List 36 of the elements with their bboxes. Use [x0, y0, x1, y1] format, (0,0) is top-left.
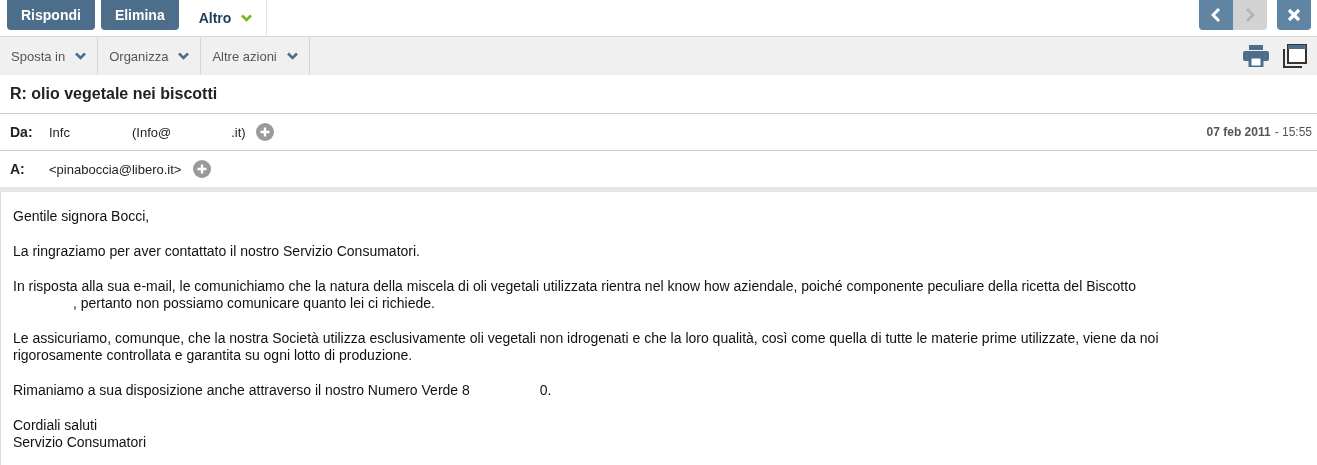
recipient-email: <pinaboccia@libero.it> — [49, 161, 182, 177]
previous-button[interactable] — [1199, 0, 1233, 30]
chevron-down-icon — [241, 14, 253, 22]
from-label: Da: — [10, 124, 34, 140]
body-text: In risposta alla sua e-mail, le comunichiamo che la natura della miscela di oli vegetali utilizzata rientra nel know how aziendale, poiché componente peculiare della ricetta del Biscotto — [13, 278, 1137, 295]
chevron-down-icon — [75, 52, 87, 60]
body-text: , pertanto non possiamo comunicare quanto lei ci richiede. — [72, 295, 436, 312]
toolbar-menu[interactable]: Organizza — [98, 37, 202, 75]
chevron-down-icon — [286, 52, 298, 60]
date: 07 feb 2011 — [1206, 125, 1271, 139]
body-text: Rimaniamo a sua disposizione anche attraverso il nostro Numero Verde 8 0. — [13, 382, 553, 399]
body-text: Gentile signora Bocci, — [13, 208, 151, 225]
body-text: La ringraziamo per aver contattato il nostro Servizio Consumatori. — [13, 243, 421, 260]
add-contact-icon[interactable] — [193, 160, 212, 178]
time: - 15:55 — [1274, 125, 1312, 139]
close-icon — [1287, 8, 1301, 22]
body-text: rigorosamente controllata e garantita su ogni lotto di produzione. — [13, 347, 414, 364]
action-button[interactable]: Elimina — [100, 0, 179, 30]
chevron-right-icon — [1245, 7, 1255, 23]
sender-email: (Info@ — [131, 124, 172, 140]
toolbar-menu[interactable]: Altre azioni — [201, 37, 310, 75]
print-icon[interactable] — [1243, 45, 1269, 67]
chevron-left-icon — [1211, 7, 1221, 23]
action-button[interactable]: Rispondi — [7, 0, 95, 30]
sender-email-domain: .it) — [231, 124, 246, 140]
sender-name: Infc — [49, 124, 70, 140]
close-button[interactable] — [1277, 0, 1311, 30]
body-text: Le assicuriamo, comunque, che la nostra Società utilizza esclusivamente oli vegetali non idrogenati e che la loro qualità, così come quella di tutte le materie prime utilizzate, viene da noi — [13, 330, 1160, 347]
new-window-icon[interactable] — [1283, 44, 1307, 68]
body-text: Servizio Consumatori — [13, 434, 148, 451]
email-subject: R: olio vegetale nei biscotti — [0, 75, 1317, 114]
toolbar-menu[interactable]: Sposta in — [0, 37, 99, 75]
to-label: A: — [10, 161, 26, 177]
body-text: Cordiali saluti — [13, 417, 99, 434]
chevron-down-icon — [178, 52, 190, 60]
add-contact-icon[interactable] — [255, 123, 274, 141]
